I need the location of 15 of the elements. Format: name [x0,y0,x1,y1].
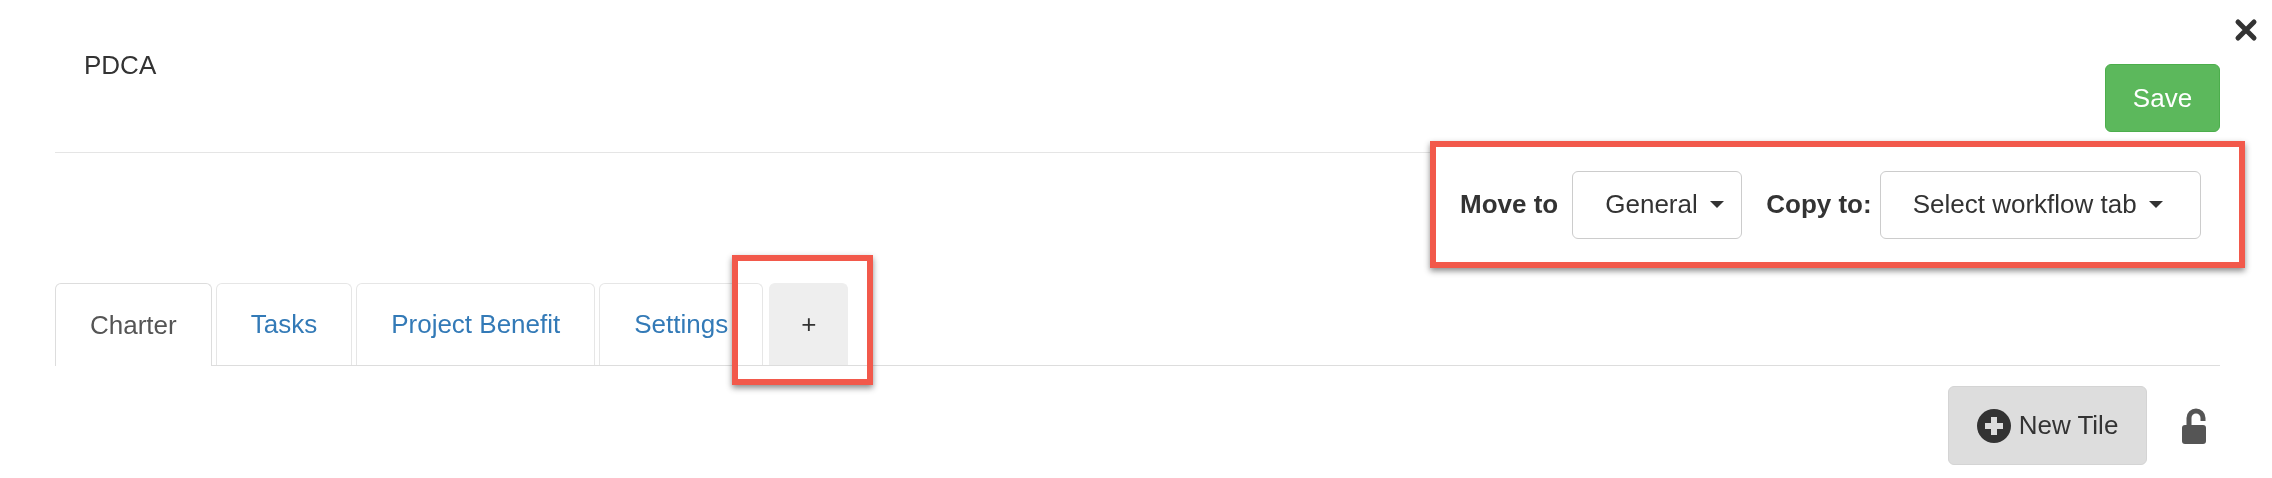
close-icon[interactable] [2234,18,2258,42]
plus-circle-icon [1976,408,2011,443]
tab[interactable]: Tasks [215,283,353,365]
copy-to-dropdown[interactable]: Select workflow tab [1879,170,2201,239]
tab[interactable]: Project Benefit [356,283,596,365]
move-to-dropdown[interactable]: General [1572,170,1743,239]
tab[interactable]: Charter [55,283,212,366]
copy-to-label: Copy to: [1766,189,1872,220]
new-tile-button[interactable]: New Tile [1948,386,2147,465]
caret-icon [1709,201,1724,208]
add-tab[interactable]: + [769,283,849,365]
dialog-title: PDCA [84,52,157,78]
tab[interactable]: Settings [599,283,764,365]
caret-icon [2148,201,2163,208]
move-to-label: Move to [1460,189,1559,220]
